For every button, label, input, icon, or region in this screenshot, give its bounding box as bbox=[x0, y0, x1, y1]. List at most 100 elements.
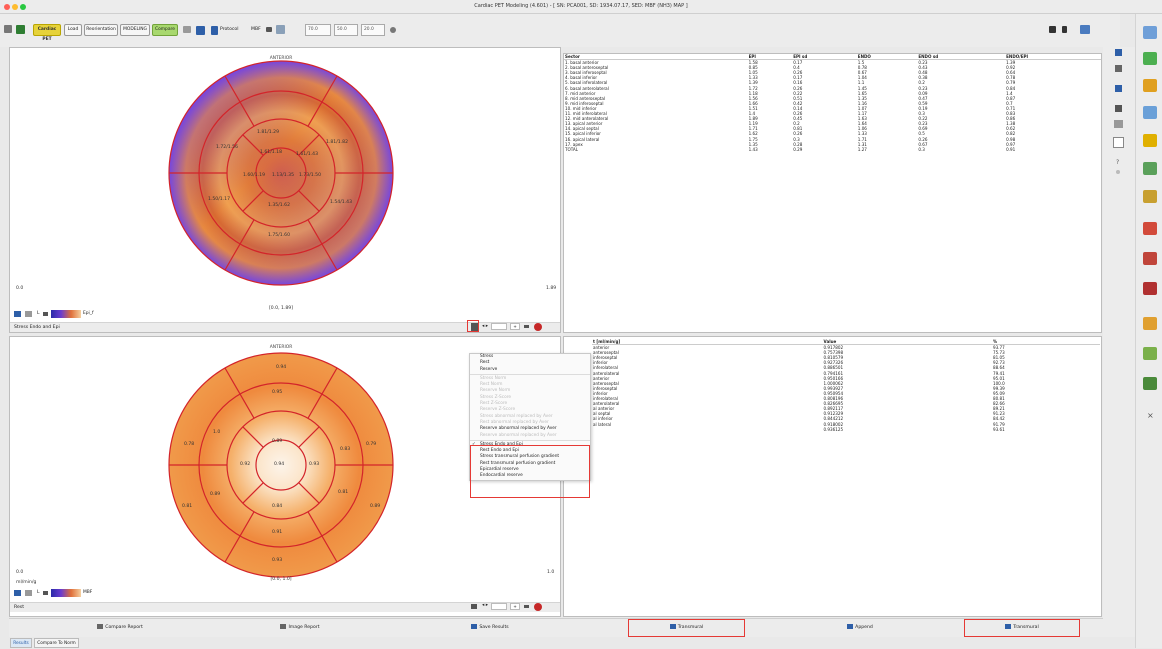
reorientation-button[interactable]: Reorientation bbox=[84, 24, 118, 36]
scale-min: 0.0 bbox=[16, 285, 23, 291]
page-field[interactable] bbox=[491, 603, 507, 610]
prev-next-arrows[interactable]: ◂ ▸ bbox=[482, 324, 488, 329]
segment-label: 1.61/1.18 bbox=[260, 149, 282, 155]
bottom-map-selector: Rest bbox=[10, 602, 560, 612]
segment-label: 1.75/1.60 bbox=[268, 232, 290, 238]
person-icon[interactable] bbox=[1143, 377, 1157, 390]
append-button[interactable]: Append bbox=[800, 620, 920, 635]
range-label: [0.0, 1.0] bbox=[270, 576, 291, 582]
tab-results[interactable]: Results bbox=[10, 638, 32, 648]
chevron-down-icon[interactable] bbox=[43, 591, 48, 595]
scissors-icon[interactable] bbox=[1115, 65, 1122, 72]
chevron-down-icon[interactable] bbox=[524, 325, 529, 328]
display-icon[interactable] bbox=[196, 26, 205, 35]
copy-icon[interactable] bbox=[25, 311, 32, 317]
table-cell: 1.27 bbox=[857, 146, 867, 152]
segment-label: 0.89 bbox=[210, 491, 220, 497]
table-cell: 0.91 bbox=[1006, 146, 1016, 152]
colorbar[interactable] bbox=[51, 310, 81, 318]
dropdown-arrow-icon[interactable] bbox=[471, 604, 477, 609]
compare-button[interactable]: Compare bbox=[152, 24, 178, 36]
tree-icon[interactable] bbox=[1143, 317, 1157, 330]
compare-report-button[interactable]: Compare Report bbox=[60, 620, 180, 635]
dropper-icon[interactable] bbox=[1115, 105, 1122, 112]
protocol-icon[interactable] bbox=[211, 26, 218, 35]
link-icon[interactable]: L bbox=[37, 311, 40, 316]
chevron-down-icon[interactable] bbox=[524, 605, 529, 608]
heart-icon[interactable] bbox=[1143, 282, 1157, 295]
add-button[interactable]: + bbox=[510, 323, 520, 330]
link-icon[interactable]: L bbox=[37, 590, 40, 595]
save-icon[interactable] bbox=[14, 311, 21, 317]
threshold-field-2[interactable]: 50.0 bbox=[334, 24, 358, 36]
help-icon[interactable]: ? bbox=[1116, 159, 1119, 166]
bottom-map-dropdown-label[interactable]: Rest bbox=[14, 605, 24, 610]
layout-icon[interactable] bbox=[1143, 26, 1157, 39]
top-polar-map[interactable]: ANTERIOR 1.81/1.29 1.72/1.56 1.81/1.82 1… bbox=[10, 48, 562, 334]
chevron-down-icon[interactable] bbox=[43, 312, 48, 316]
map2-icon[interactable] bbox=[1143, 252, 1157, 265]
mbf-label: MBF bbox=[251, 27, 261, 32]
threshold-field-3[interactable]: 20.0 bbox=[361, 24, 385, 36]
menu-item-reserve[interactable]: Reserve bbox=[470, 367, 590, 373]
table-row[interactable]: TOTAL 1.43 0.29 1.27 0.3 0.91 bbox=[564, 147, 1101, 152]
scale-min: 0.0 bbox=[16, 569, 23, 575]
cardiac-pet-mode-button[interactable]: Cardiac PET bbox=[33, 24, 61, 42]
menu-icon[interactable] bbox=[4, 25, 12, 33]
menu-highlight bbox=[470, 445, 590, 498]
disk-icon[interactable] bbox=[1115, 85, 1122, 92]
pen-icon[interactable] bbox=[1113, 137, 1124, 148]
hexagon-icon[interactable] bbox=[1143, 190, 1157, 203]
users-icon[interactable] bbox=[1080, 25, 1090, 34]
save-icon[interactable] bbox=[1115, 49, 1122, 56]
segment-label: 0.94 bbox=[274, 461, 284, 467]
settings-icon[interactable] bbox=[390, 27, 396, 33]
protocol-label[interactable]: Protocol bbox=[220, 27, 239, 32]
modeling-button[interactable]: MODELING bbox=[120, 24, 150, 36]
arrow-icon[interactable] bbox=[183, 26, 191, 33]
segment-label: 0.89 bbox=[272, 438, 282, 444]
tile-icon[interactable] bbox=[1143, 134, 1157, 147]
sector-table: Sector EPI EPI sd ENDO ENDO sd ENDO/EPI 1. ba… bbox=[564, 54, 1101, 152]
segment-label: 0.93 bbox=[309, 461, 319, 467]
save-results-button[interactable]: Save Results bbox=[430, 620, 550, 635]
blocks-icon[interactable] bbox=[1143, 162, 1157, 175]
chevron-down-icon[interactable] bbox=[266, 27, 272, 32]
table-cell: 0.936125 bbox=[823, 426, 844, 432]
segment-label: 1.81/1.82 bbox=[326, 139, 348, 145]
segment-label: 0.89 bbox=[370, 503, 380, 509]
threshold-field-1[interactable]: 70.0 bbox=[305, 24, 331, 36]
chart-icon[interactable] bbox=[1143, 79, 1157, 92]
image-report-button[interactable]: Image Report bbox=[240, 620, 360, 635]
grid-icon[interactable] bbox=[1143, 52, 1157, 65]
segment-label: 0.83 bbox=[340, 446, 350, 452]
stop-icon[interactable] bbox=[1049, 26, 1056, 33]
segment-label: 1.0 bbox=[213, 429, 220, 435]
load-button[interactable]: Load bbox=[64, 24, 82, 36]
colorbar[interactable] bbox=[51, 589, 81, 597]
page-field[interactable] bbox=[491, 323, 507, 330]
range-label: [0.0, 1.89] bbox=[269, 305, 293, 311]
map-icon[interactable] bbox=[1143, 222, 1157, 235]
key-icon[interactable] bbox=[1114, 120, 1123, 128]
app-logo-icon bbox=[16, 25, 25, 34]
prev-next-arrows[interactable]: ◂ ▸ bbox=[482, 603, 488, 608]
segment-label: 1.61/1.43 bbox=[296, 151, 318, 157]
record-button[interactable] bbox=[534, 603, 542, 611]
save-icon[interactable] bbox=[14, 590, 21, 596]
plant-icon[interactable] bbox=[1143, 347, 1157, 360]
curve-icon[interactable] bbox=[276, 25, 285, 34]
copy-icon[interactable] bbox=[25, 590, 32, 596]
record-icon[interactable] bbox=[1062, 26, 1067, 33]
add-button[interactable]: + bbox=[510, 603, 520, 610]
top-map-dropdown-label[interactable]: Stress Endo and Epi bbox=[14, 325, 60, 330]
segment-label: 0.78 bbox=[184, 441, 194, 447]
close-icon[interactable]: × bbox=[1147, 411, 1154, 420]
table-cell: 1.43 bbox=[748, 146, 758, 152]
table-cell: TOTAL bbox=[565, 146, 578, 152]
tab-compare-to-norm[interactable]: Compare To Norm bbox=[34, 638, 79, 648]
record-button[interactable] bbox=[534, 323, 542, 331]
wave-icon[interactable] bbox=[1143, 106, 1157, 119]
table-row[interactable]: 0.936125 93.61 bbox=[592, 427, 1100, 432]
segment-label: 1.50/1.17 bbox=[208, 196, 230, 202]
